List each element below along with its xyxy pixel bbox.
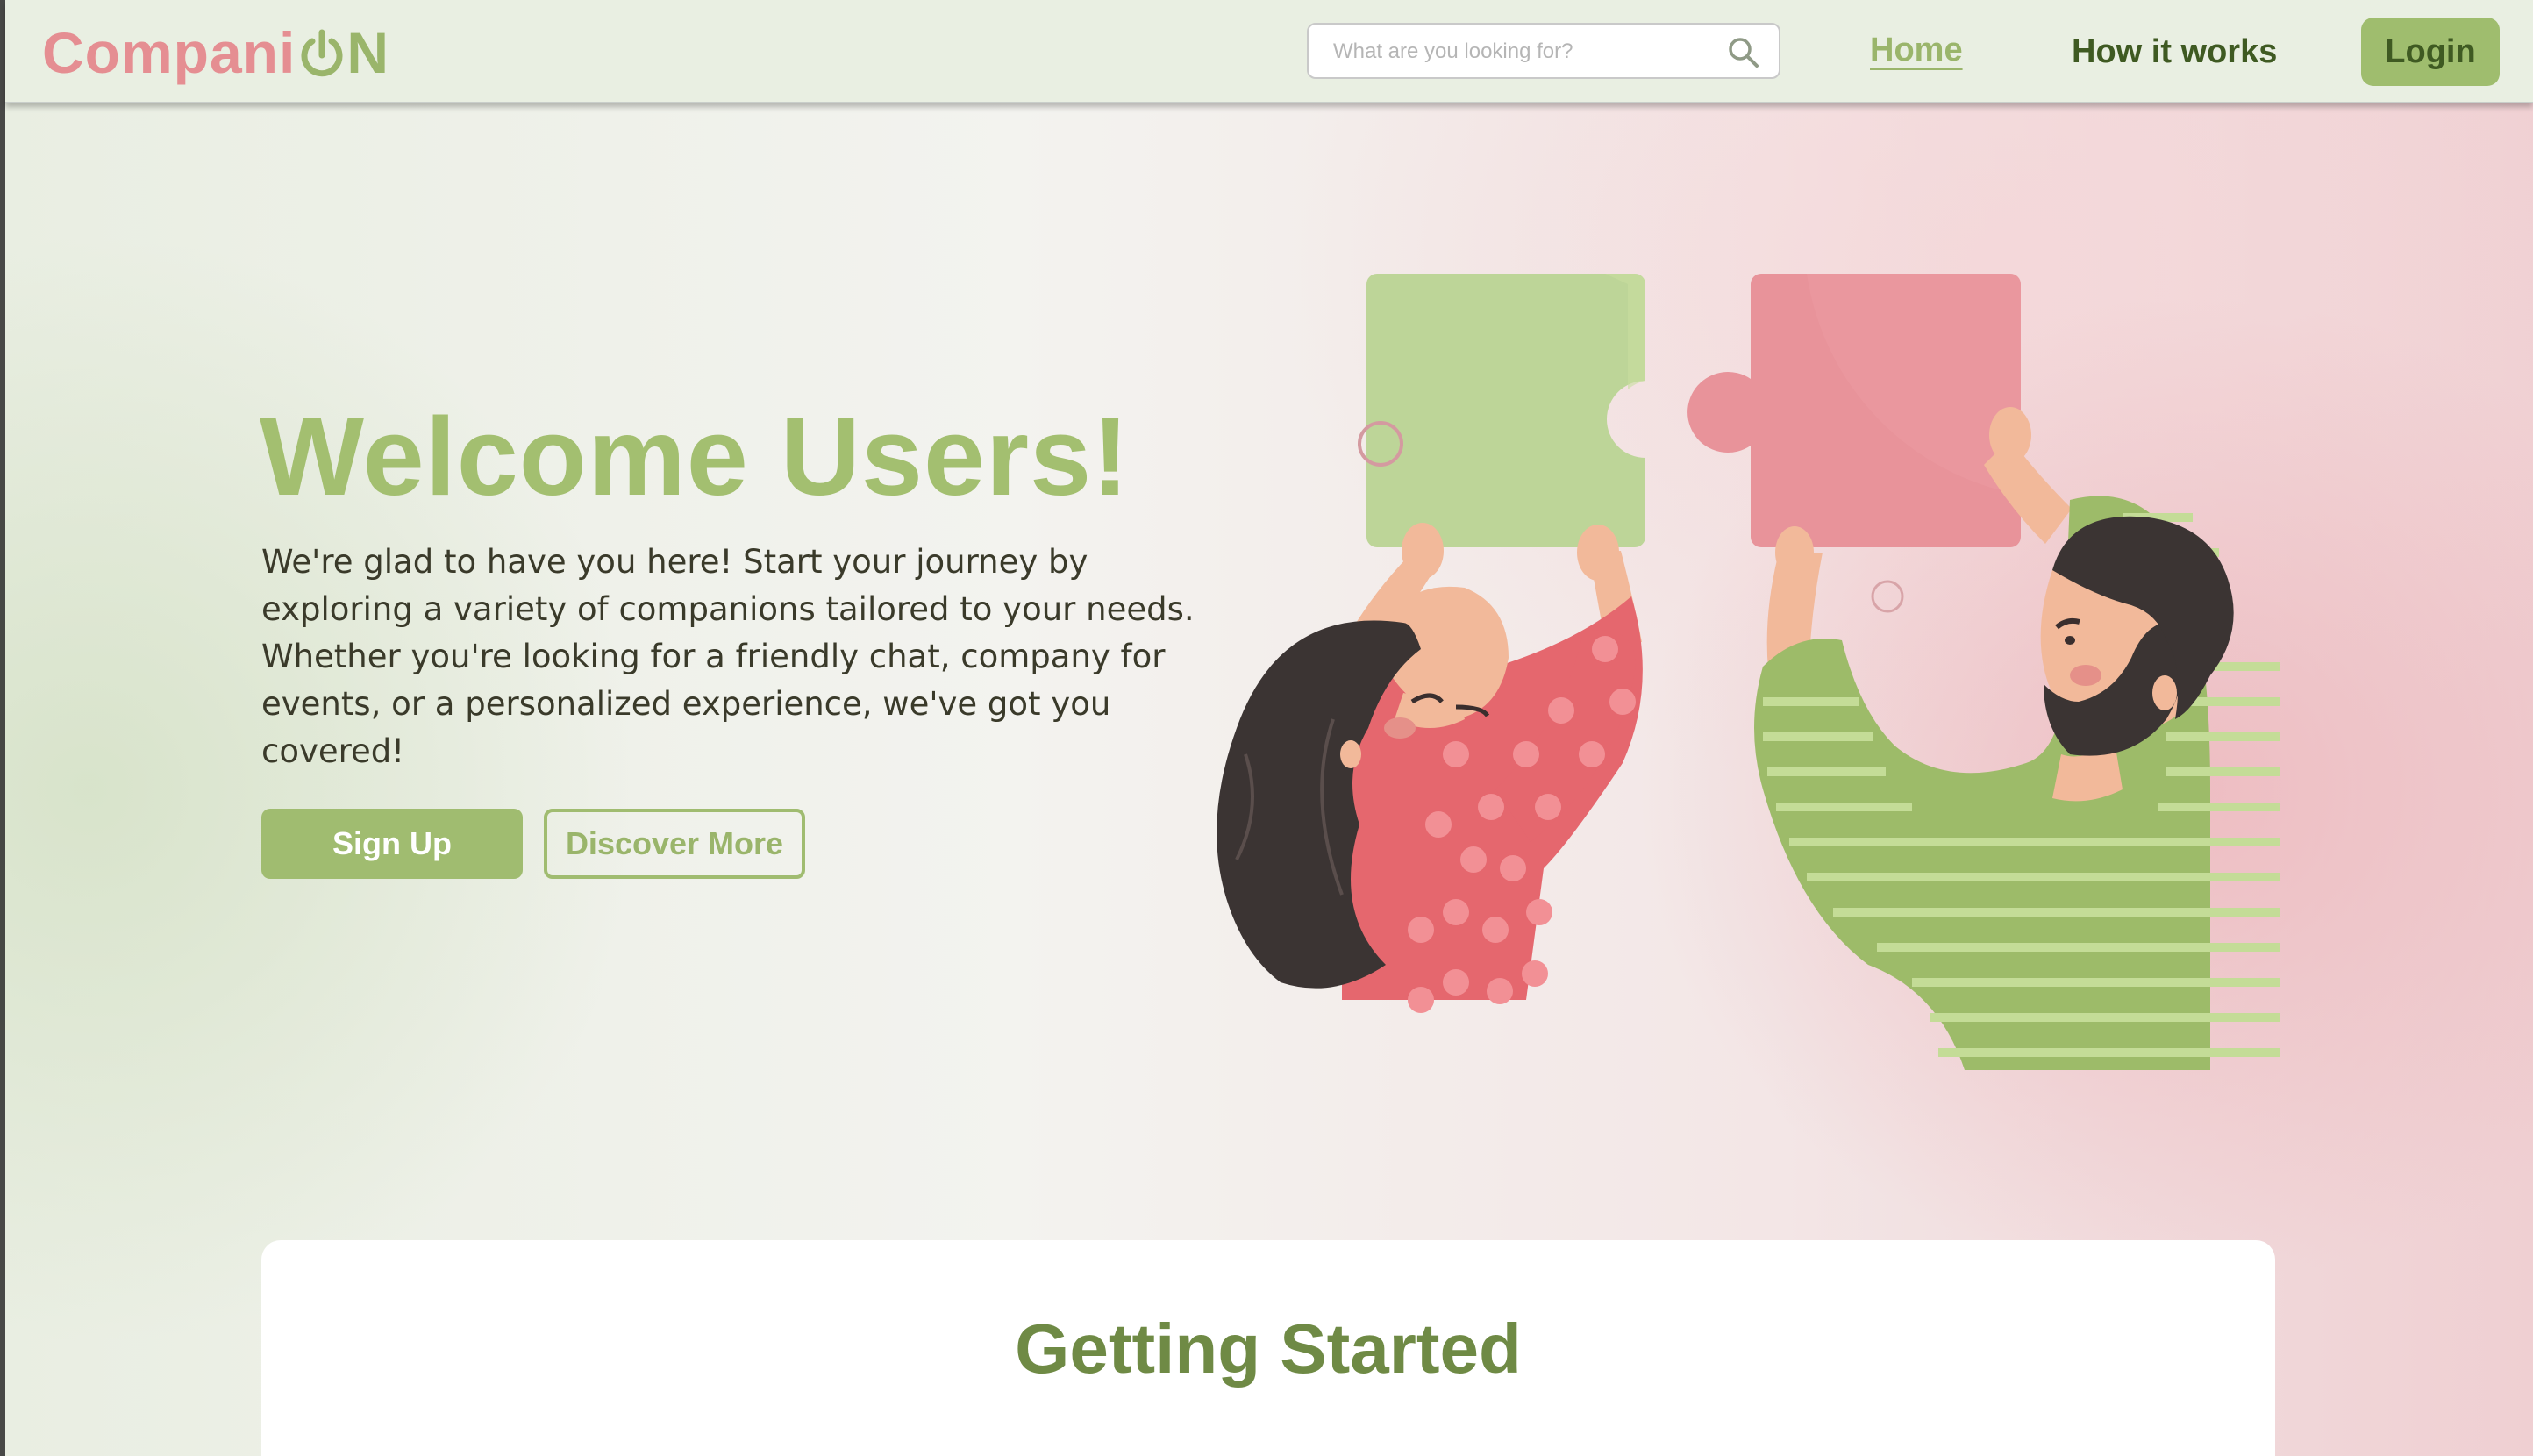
woman-figure (1217, 523, 1643, 1013)
power-icon (299, 25, 345, 80)
search-box (1307, 23, 1780, 79)
nav-link-home[interactable]: Home (1870, 32, 1963, 69)
discover-more-button[interactable]: Discover More (544, 809, 805, 879)
hero-description: We're glad to have you here! Start your … (261, 543, 1195, 770)
green-puzzle-piece (1358, 274, 1645, 547)
search-icon[interactable] (1726, 35, 1761, 70)
search-input[interactable] (1333, 35, 1719, 68)
nav-link-how-it-works[interactable]: How it works (2072, 33, 2277, 71)
companion-logo[interactable]: Compani N (42, 19, 389, 86)
getting-started-title: Getting Started (1015, 1310, 1522, 1388)
hero-title: Welcome Users! (260, 395, 1131, 518)
getting-started-card: Getting Started (261, 1240, 2275, 1456)
window-edge (0, 0, 5, 1456)
pink-puzzle-piece (1687, 274, 2021, 613)
sign-up-button[interactable]: Sign Up (261, 809, 523, 879)
logo-text-part1: Compani (42, 20, 296, 85)
login-button[interactable]: Login (2361, 18, 2500, 86)
top-nav-bar: Compani N Home How it works Login (5, 0, 2533, 103)
logo-text-part2: N (346, 20, 390, 85)
puzzle-people-illustration (1217, 274, 2280, 1070)
